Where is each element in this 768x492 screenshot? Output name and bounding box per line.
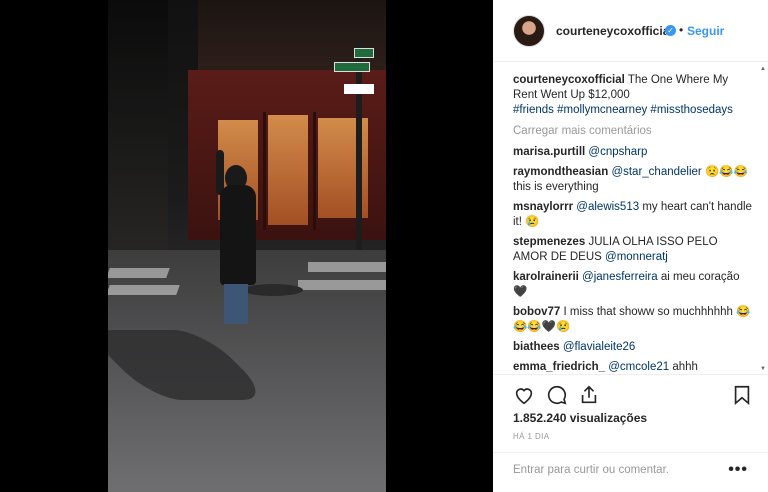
person-legs [224, 284, 248, 324]
manhole [243, 284, 303, 296]
comment-mention[interactable]: @cmcole21 [608, 361, 669, 373]
comment-username[interactable]: emma_friedrich_ [513, 361, 605, 373]
building-left [108, 0, 168, 250]
avatar[interactable] [513, 15, 545, 47]
post-timestamp[interactable]: HÁ 1 DIA [513, 432, 550, 441]
street-sign [354, 48, 374, 58]
load-more-comments[interactable]: Carregar mais comentários [513, 124, 753, 139]
comment-mention[interactable]: @monneratj [605, 251, 668, 263]
comment-username[interactable]: biathees [513, 341, 560, 353]
comment-username[interactable]: karolrainerii [513, 271, 579, 283]
window [268, 115, 308, 225]
person-body [220, 185, 256, 285]
scroll-down-arrow-icon[interactable]: ▼ [760, 366, 766, 372]
comment-bubble-icon[interactable] [546, 384, 568, 406]
comment-username[interactable]: bobov77 [513, 306, 560, 318]
crosswalk-stripe [308, 262, 386, 272]
post-side-panel: courteneycoxofficial ✓ • Seguir courtene… [493, 0, 768, 492]
action-bar [493, 374, 768, 414]
verified-badge-icon: ✓ [665, 25, 676, 36]
window-mullion [313, 112, 316, 230]
bookmark-icon[interactable] [731, 384, 753, 406]
one-way-sign [344, 84, 374, 94]
comment-mention[interactable]: @alewis513 [576, 201, 639, 213]
comment-username[interactable]: msnaylorrr [513, 201, 573, 213]
username-link[interactable]: courteneycoxofficial [556, 24, 673, 38]
comment-text: ahhh [672, 361, 698, 373]
comment-item: bobov77 I miss that showw so muchhhhhh 😂… [513, 305, 753, 335]
caption: courteneycoxofficial The One Where My Re… [513, 73, 753, 118]
comment-mention[interactable]: @janesferreira [582, 271, 658, 283]
comment-item: karolrainerii @janesferreira ai meu cora… [513, 270, 753, 300]
comment-item: biathees @flavialeite26 [513, 340, 753, 355]
crosswalk-stripe [108, 268, 170, 278]
comment-item: marisa.purtill @cnpsharp [513, 145, 753, 160]
crosswalk-stripe [108, 285, 180, 295]
share-icon[interactable] [578, 384, 600, 406]
scroll-up-arrow-icon[interactable]: ▲ [760, 66, 766, 72]
comments-list[interactable]: courteneycoxofficial The One Where My Re… [513, 73, 753, 373]
comment-item: emma_friedrich_ @cmcole21 ahhh [513, 360, 753, 373]
follow-button[interactable]: Seguir [687, 24, 724, 38]
post-media[interactable] [0, 0, 493, 492]
video-frame[interactable] [108, 0, 386, 492]
separator-dot: • [679, 23, 684, 37]
comment-mention[interactable]: @flavialeite26 [563, 341, 635, 353]
add-comment-section: ••• [493, 452, 768, 492]
comment-mention[interactable]: @star_chandelier [611, 166, 701, 178]
view-count[interactable]: 1.852.240 visualizações [513, 411, 647, 425]
comment-username[interactable]: raymondtheasian [513, 166, 608, 178]
caption-hashtags[interactable]: #friends #mollymcnearney #missthosedays [513, 104, 733, 116]
caption-username[interactable]: courteneycoxofficial [513, 74, 625, 86]
street-sign [334, 62, 370, 72]
comment-mention[interactable]: @cnpsharp [588, 146, 647, 158]
comment-username[interactable]: marisa.purtill [513, 146, 585, 158]
window-mullion [263, 112, 266, 230]
comment-item: msnaylorrr @alewis513 my heart can't han… [513, 200, 753, 230]
comments-scrollbar[interactable]: ▲ ▼ [760, 66, 766, 372]
comment-input[interactable] [513, 464, 728, 476]
crosswalk-stripe [298, 280, 386, 290]
comment-username[interactable]: stepmenezes [513, 236, 585, 248]
heart-icon[interactable] [513, 384, 535, 406]
post-header: courteneycoxofficial ✓ • Seguir [493, 0, 768, 62]
comment-item: raymondtheasian @star_chandelier 😟😂😂 thi… [513, 165, 753, 195]
more-options-icon[interactable]: ••• [728, 461, 748, 479]
comment-item: stepmenezes JULIA OLHA ISSO PELO AMOR DE… [513, 235, 753, 265]
